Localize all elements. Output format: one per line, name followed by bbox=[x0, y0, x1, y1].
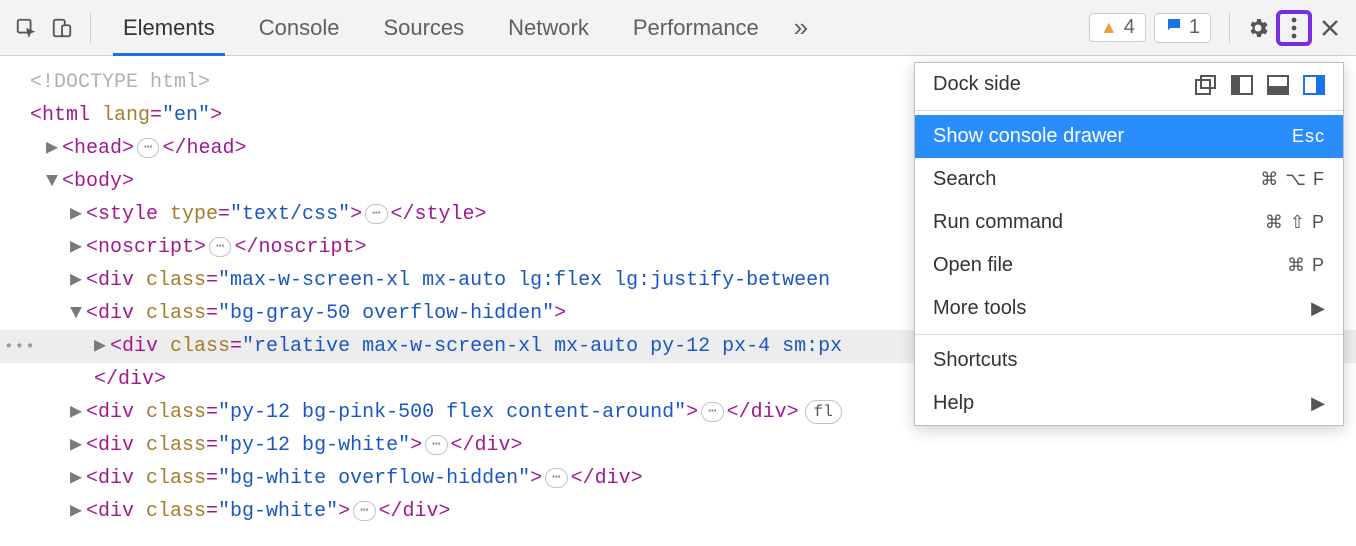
breadcrumb-dots-icon: ••• bbox=[4, 330, 36, 363]
dock-undock-icon[interactable] bbox=[1195, 75, 1217, 95]
more-tabs-icon[interactable]: » bbox=[781, 0, 821, 56]
ellipsis-icon[interactable]: ⋯ bbox=[545, 468, 567, 488]
separator bbox=[915, 334, 1343, 335]
tab-network[interactable]: Network bbox=[486, 0, 611, 56]
inspect-icon[interactable] bbox=[8, 10, 44, 46]
expand-icon[interactable]: ▶ bbox=[70, 396, 86, 429]
expand-icon[interactable]: ▶ bbox=[94, 330, 110, 363]
expand-icon[interactable]: ▶ bbox=[70, 231, 86, 264]
kebab-menu-icon[interactable] bbox=[1276, 10, 1312, 46]
class-pill[interactable]: fl bbox=[805, 400, 842, 424]
ellipsis-icon[interactable]: ⋯ bbox=[137, 138, 159, 158]
code-line-div6[interactable]: ▶<div class="bg-white overflow-hidden">⋯… bbox=[0, 462, 1356, 495]
separator bbox=[915, 110, 1343, 111]
menu-shortcuts[interactable]: Shortcuts bbox=[915, 339, 1343, 382]
menu-item-shortcut: ⌘ P bbox=[1287, 255, 1325, 276]
tab-console[interactable]: Console bbox=[237, 0, 362, 56]
menu-item-label: Run command bbox=[933, 211, 1253, 234]
expand-icon[interactable]: ▶ bbox=[46, 132, 62, 165]
menu-dock-side: Dock side bbox=[915, 63, 1343, 106]
separator bbox=[90, 12, 91, 44]
dock-side-label: Dock side bbox=[933, 73, 1183, 96]
menu-item-label: Help bbox=[933, 392, 1299, 415]
menu-show-console-drawer[interactable]: Show console drawer Esc bbox=[915, 115, 1343, 158]
kebab-menu-dropdown: Dock side bbox=[914, 62, 1344, 426]
menu-item-shortcut: Esc bbox=[1292, 126, 1325, 147]
ellipsis-icon[interactable]: ⋯ bbox=[425, 435, 447, 455]
ellipsis-icon[interactable]: ⋯ bbox=[701, 402, 723, 422]
collapse-icon[interactable]: ▼ bbox=[70, 297, 86, 330]
menu-item-label: Show console drawer bbox=[933, 125, 1280, 148]
dock-bottom-icon[interactable] bbox=[1267, 75, 1289, 95]
messages-badge[interactable]: 1 bbox=[1154, 13, 1211, 43]
expand-icon[interactable]: ▶ bbox=[70, 264, 86, 297]
settings-icon[interactable] bbox=[1240, 10, 1276, 46]
menu-help[interactable]: Help ▶ bbox=[915, 382, 1343, 425]
code-line-div7[interactable]: ▶<div class="bg-white">⋯</div> bbox=[0, 495, 1356, 528]
menu-item-label: Shortcuts bbox=[933, 349, 1325, 372]
menu-run-command[interactable]: Run command ⌘ ⇧ P bbox=[915, 201, 1343, 244]
submenu-arrow-icon: ▶ bbox=[1311, 298, 1325, 319]
dock-right-icon[interactable] bbox=[1303, 75, 1325, 95]
menu-search[interactable]: Search ⌘ ⌥ F bbox=[915, 158, 1343, 201]
devtools-toolbar: Elements Console Sources Network Perform… bbox=[0, 0, 1356, 56]
menu-item-label: More tools bbox=[933, 297, 1299, 320]
dock-left-icon[interactable] bbox=[1231, 75, 1253, 95]
warnings-badge[interactable]: ▲ 4 bbox=[1089, 13, 1146, 42]
menu-item-label: Open file bbox=[933, 254, 1275, 277]
warning-icon: ▲ bbox=[1100, 17, 1118, 38]
expand-icon[interactable]: ▶ bbox=[70, 198, 86, 231]
tab-sources[interactable]: Sources bbox=[361, 0, 486, 56]
menu-open-file[interactable]: Open file ⌘ P bbox=[915, 244, 1343, 287]
device-toggle-icon[interactable] bbox=[44, 10, 80, 46]
ellipsis-icon[interactable]: ⋯ bbox=[353, 501, 375, 521]
code-line-div5[interactable]: ▶<div class="py-12 bg-white">⋯</div> bbox=[0, 429, 1356, 462]
menu-item-shortcut: ⌘ ⇧ P bbox=[1265, 212, 1325, 233]
devtools-tabs: Elements Console Sources Network Perform… bbox=[101, 0, 821, 56]
expand-icon[interactable]: ▶ bbox=[70, 495, 86, 528]
ellipsis-icon[interactable]: ⋯ bbox=[365, 204, 387, 224]
close-icon[interactable] bbox=[1312, 10, 1348, 46]
messages-count: 1 bbox=[1189, 16, 1200, 39]
collapse-icon[interactable]: ▼ bbox=[46, 165, 62, 198]
ellipsis-icon[interactable]: ⋯ bbox=[209, 237, 231, 257]
separator bbox=[1229, 12, 1230, 44]
tab-elements[interactable]: Elements bbox=[101, 0, 237, 56]
submenu-arrow-icon: ▶ bbox=[1311, 393, 1325, 414]
menu-item-shortcut: ⌘ ⌥ F bbox=[1260, 169, 1325, 190]
warnings-count: 4 bbox=[1124, 16, 1135, 39]
expand-icon[interactable]: ▶ bbox=[70, 462, 86, 495]
menu-item-label: Search bbox=[933, 168, 1248, 191]
menu-more-tools[interactable]: More tools ▶ bbox=[915, 287, 1343, 330]
message-icon bbox=[1165, 16, 1183, 40]
expand-icon[interactable]: ▶ bbox=[70, 429, 86, 462]
tab-performance[interactable]: Performance bbox=[611, 0, 781, 56]
